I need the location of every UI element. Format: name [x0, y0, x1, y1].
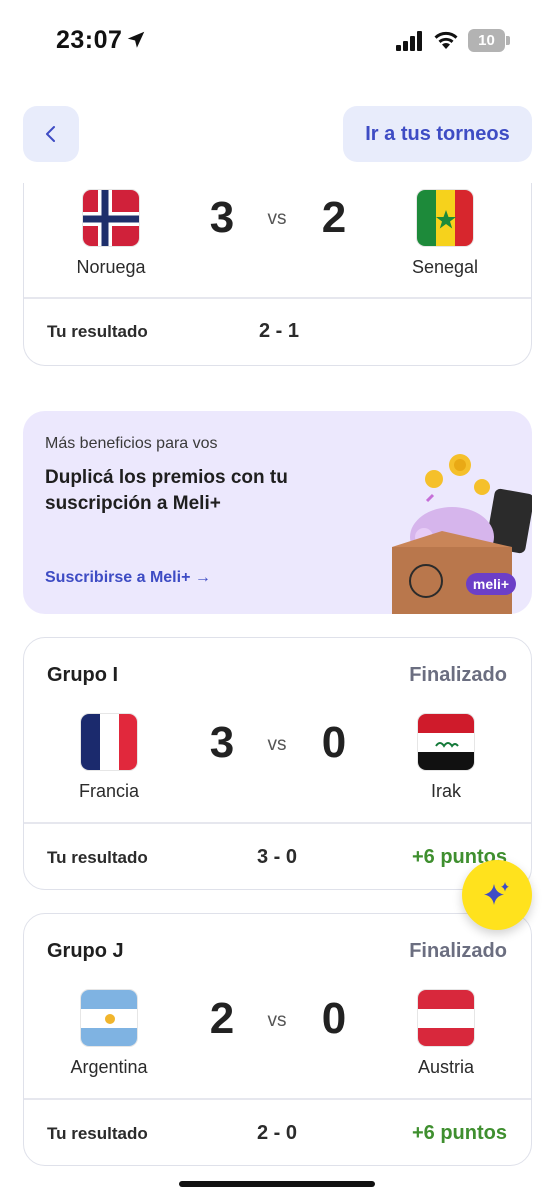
- wifi-icon: [434, 31, 458, 49]
- sparkle-icon: [484, 882, 509, 905]
- battery-level: 10: [468, 29, 505, 52]
- away-team: Austria: [391, 989, 501, 1078]
- vs-label: vs: [267, 208, 287, 229]
- home-team: Argentina: [54, 989, 164, 1078]
- match-card-france-iraq: Grupo I Finalizado Francia 3 vs 0 Irak T…: [23, 637, 532, 890]
- home-score: 3: [209, 718, 235, 767]
- promo-kicker: Más beneficios para vos: [45, 435, 218, 452]
- status-time: 23:07: [56, 26, 123, 54]
- away-team: Irak: [391, 713, 501, 802]
- location-arrow-icon: [127, 31, 145, 48]
- home-score: 3: [209, 193, 235, 242]
- home-team-name: Francia: [78, 781, 140, 801]
- your-result-label: Tu resultado: [47, 322, 148, 341]
- subscribe-link[interactable]: Suscribirse a Meli+ →: [45, 569, 211, 587]
- match-status: Finalizado: [409, 940, 507, 962]
- matches-list[interactable]: Noruega 3 vs 2 Senegal Tu resultado 2 - …: [0, 183, 554, 1200]
- your-result-label: Tu resultado: [47, 848, 148, 867]
- norway-flag-icon: [82, 189, 140, 247]
- promo-title: Duplicá los premios con tu suscripción a…: [45, 467, 288, 514]
- your-result-value: 3 - 0: [256, 846, 298, 868]
- assistant-fab-button[interactable]: [462, 860, 532, 930]
- chevron-left-icon: [46, 126, 55, 142]
- away-score: 0: [321, 994, 347, 1043]
- go-to-tournaments-button[interactable]: Ir a tus torneos: [343, 106, 532, 162]
- home-team: Francia: [54, 713, 164, 802]
- group-title: Grupo J: [47, 940, 124, 962]
- away-score: 0: [321, 718, 347, 767]
- away-team: Senegal: [390, 189, 500, 278]
- piggy-bank-box-illustration: meli+: [392, 454, 532, 614]
- match-card-norway-senegal: Noruega 3 vs 2 Senegal Tu resultado 2 - …: [23, 183, 532, 366]
- iraq-flag-icon: [417, 713, 475, 771]
- divider: [24, 297, 531, 299]
- france-flag-icon: [80, 713, 138, 771]
- battery-icon: 10: [468, 29, 510, 52]
- points-earned: +6 puntos: [411, 1122, 507, 1144]
- argentina-flag-icon: [80, 989, 138, 1047]
- svg-text:meli+: meli+: [473, 576, 509, 592]
- group-title: Grupo I: [47, 664, 119, 686]
- home-team: Noruega: [56, 189, 166, 278]
- away-team-name: Irak: [430, 781, 461, 801]
- home-team-name: Argentina: [70, 1057, 148, 1077]
- away-score: 2: [321, 193, 347, 242]
- status-bar: 23:07 10: [0, 0, 554, 80]
- meli-plus-promo[interactable]: Más beneficios para vos Duplicá los prem…: [23, 411, 532, 614]
- match-card-argentina-austria: Grupo J Finalizado Argentina 2 vs 0 Aust…: [23, 913, 532, 1166]
- divider: [24, 1098, 531, 1100]
- signal-icon: [396, 31, 422, 51]
- back-button[interactable]: [23, 106, 79, 162]
- divider: [24, 822, 531, 824]
- home-indicator: [179, 1181, 375, 1187]
- home-score: 2: [209, 994, 235, 1043]
- your-result-value: 2 - 0: [256, 1122, 298, 1144]
- away-team-name: Senegal: [411, 257, 479, 277]
- your-result-value: 2 - 1: [258, 320, 300, 342]
- vs-label: vs: [267, 1010, 287, 1031]
- vs-label: vs: [267, 734, 287, 755]
- austria-flag-icon: [417, 989, 475, 1047]
- match-status: Finalizado: [409, 664, 507, 686]
- away-team-name: Austria: [417, 1057, 475, 1077]
- your-result-label: Tu resultado: [47, 1124, 148, 1143]
- senegal-flag-icon: [416, 189, 474, 247]
- home-team-name: Noruega: [76, 257, 146, 277]
